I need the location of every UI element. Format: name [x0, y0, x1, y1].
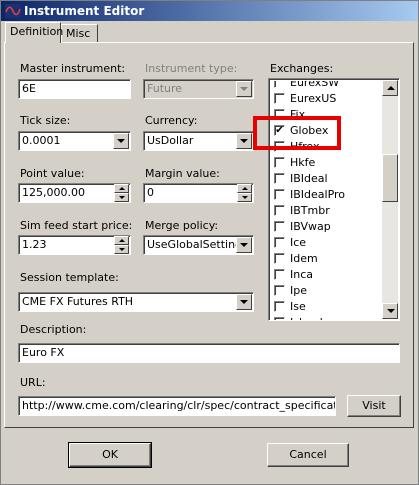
- exchange-checkbox[interactable]: [274, 205, 285, 216]
- exchange-item[interactable]: Ice: [271, 235, 383, 251]
- session-template-select[interactable]: CME FX Futures RTH: [18, 292, 254, 312]
- exchange-checkbox[interactable]: [274, 269, 285, 280]
- exchange-item-label: EurexSW: [290, 81, 340, 89]
- sim-feed-spin-down-icon[interactable]: [114, 245, 129, 254]
- ok-button[interactable]: OK: [68, 442, 152, 468]
- exchange-item-label: Ipe: [290, 284, 307, 297]
- merge-policy-value: UseGlobalSettings: [147, 238, 248, 251]
- tick-size-select[interactable]: 0.0001: [18, 131, 131, 151]
- exchange-checkbox[interactable]: [274, 317, 285, 320]
- currency-chevron-down-icon[interactable]: [236, 133, 252, 149]
- exchange-checkbox[interactable]: [274, 221, 285, 232]
- exchange-checkbox[interactable]: [274, 285, 285, 296]
- exchange-checkbox[interactable]: [274, 157, 285, 168]
- exchange-item[interactable]: IBIdealPro: [271, 187, 383, 203]
- exchange-item[interactable]: Hkfe: [271, 155, 383, 171]
- exchange-item[interactable]: IBIdeal: [271, 171, 383, 187]
- exchange-item-label: Hkfe: [290, 156, 316, 169]
- tick-size-label: Tick size:: [20, 114, 71, 127]
- currency-value: UsDollar: [147, 134, 194, 147]
- scroll-up-icon[interactable]: [382, 80, 398, 96]
- exchange-item[interactable]: Island: [271, 315, 383, 320]
- visit-button[interactable]: Visit: [347, 395, 401, 417]
- exchange-item[interactable]: Inca: [271, 267, 383, 283]
- master-instrument-input[interactable]: 6E: [18, 79, 131, 99]
- merge-policy-chevron-down-icon[interactable]: [236, 237, 252, 253]
- tick-size-chevron-down-icon[interactable]: [113, 133, 129, 149]
- exchange-item-label: EurexUS: [290, 92, 337, 105]
- point-value-spin-up-icon[interactable]: [114, 184, 129, 193]
- exchange-item-label: Ise: [290, 300, 306, 313]
- globex-highlight-annotation: [253, 116, 341, 150]
- exchange-checkbox[interactable]: [274, 253, 285, 264]
- session-template-chevron-down-icon[interactable]: [236, 294, 252, 310]
- instrument-type-value: Future: [147, 82, 183, 95]
- point-value-stepper[interactable]: 125,000.00: [18, 183, 131, 203]
- point-value-value: 125,000.00: [22, 186, 85, 199]
- point-value-label: Point value:: [20, 167, 85, 180]
- description-label: Description:: [20, 323, 87, 336]
- exchanges-label: Exchanges:: [270, 62, 334, 75]
- merge-policy-label: Merge policy:: [145, 219, 219, 232]
- exchange-checkbox[interactable]: [274, 301, 285, 312]
- exchange-item[interactable]: Idem: [271, 251, 383, 267]
- exchange-checkbox[interactable]: [274, 189, 285, 200]
- description-input[interactable]: Euro FX: [18, 343, 400, 363]
- exchange-checkbox[interactable]: [274, 93, 285, 104]
- margin-value-stepper[interactable]: 0: [143, 183, 254, 203]
- merge-policy-select[interactable]: UseGlobalSettings: [143, 235, 254, 255]
- exchange-item[interactable]: EurexSW: [271, 81, 383, 91]
- scrollbar-thumb[interactable]: [382, 154, 398, 202]
- sim-feed-start-price-label: Sim feed start price:: [20, 219, 133, 232]
- exchange-item[interactable]: EurexUS: [271, 91, 383, 107]
- currency-label: Currency:: [145, 114, 198, 127]
- url-input[interactable]: http://www.cme.com/clearing/clr/spec/con…: [18, 396, 336, 416]
- exchange-item[interactable]: IBVwap: [271, 219, 383, 235]
- instrument-type-label: Instrument type:: [145, 62, 238, 75]
- window-title: Instrument Editor: [24, 4, 145, 18]
- master-instrument-label: Master instrument:: [20, 62, 126, 75]
- exchange-item-label: Island: [290, 316, 323, 320]
- exchange-item-label: Idem: [290, 252, 318, 265]
- exchange-item[interactable]: Ipe: [271, 283, 383, 299]
- exchange-checkbox[interactable]: [274, 237, 285, 248]
- cancel-button[interactable]: Cancel: [267, 443, 349, 467]
- point-value-spin-down-icon[interactable]: [114, 193, 129, 202]
- exchanges-scrollbar[interactable]: [382, 80, 398, 319]
- session-template-label: Session template:: [20, 271, 119, 284]
- sim-feed-start-price-value: 1.23: [22, 238, 47, 251]
- exchange-item[interactable]: Ise: [271, 299, 383, 315]
- margin-value-value: 0: [147, 186, 154, 199]
- exchange-item-label: IBIdealPro: [290, 188, 346, 201]
- currency-select[interactable]: UsDollar: [143, 131, 254, 151]
- instrument-type-select: Future: [143, 79, 254, 99]
- exchange-item-label: Ice: [290, 236, 307, 249]
- url-label: URL:: [20, 376, 46, 389]
- exchanges-list[interactable]: EurexSW EurexUS Fix ✔ Globex Hfrex Hkfe IBIdeal…: [268, 78, 400, 321]
- exchange-item-label: IBVwap: [290, 220, 331, 233]
- sim-feed-spin-up-icon[interactable]: [114, 236, 129, 245]
- app-logo-icon: [5, 4, 21, 18]
- exchange-checkbox[interactable]: [274, 81, 285, 88]
- instrument-type-chevron-down-icon: [236, 81, 252, 97]
- sim-feed-start-price-stepper[interactable]: 1.23: [18, 235, 131, 255]
- tab-misc[interactable]: Misc: [61, 24, 98, 42]
- exchange-item-label: IBIdeal: [290, 172, 328, 185]
- tick-size-value: 0.0001: [22, 134, 61, 147]
- exchange-checkbox[interactable]: [274, 173, 285, 184]
- margin-value-spin-down-icon[interactable]: [237, 193, 252, 202]
- exchange-item-label: Inca: [290, 268, 314, 281]
- scroll-down-icon[interactable]: [382, 303, 398, 319]
- exchange-item-label: IBTmbr: [290, 204, 330, 217]
- session-template-value: CME FX Futures RTH: [22, 295, 134, 308]
- margin-value-spin-up-icon[interactable]: [237, 184, 252, 193]
- instrument-editor-window: Instrument Editor Definition Misc Master…: [0, 0, 419, 485]
- margin-value-label: Margin value:: [145, 167, 220, 180]
- title-bar[interactable]: Instrument Editor: [1, 1, 418, 21]
- exchange-item[interactable]: IBTmbr: [271, 203, 383, 219]
- tab-definition[interactable]: Definition: [5, 22, 63, 43]
